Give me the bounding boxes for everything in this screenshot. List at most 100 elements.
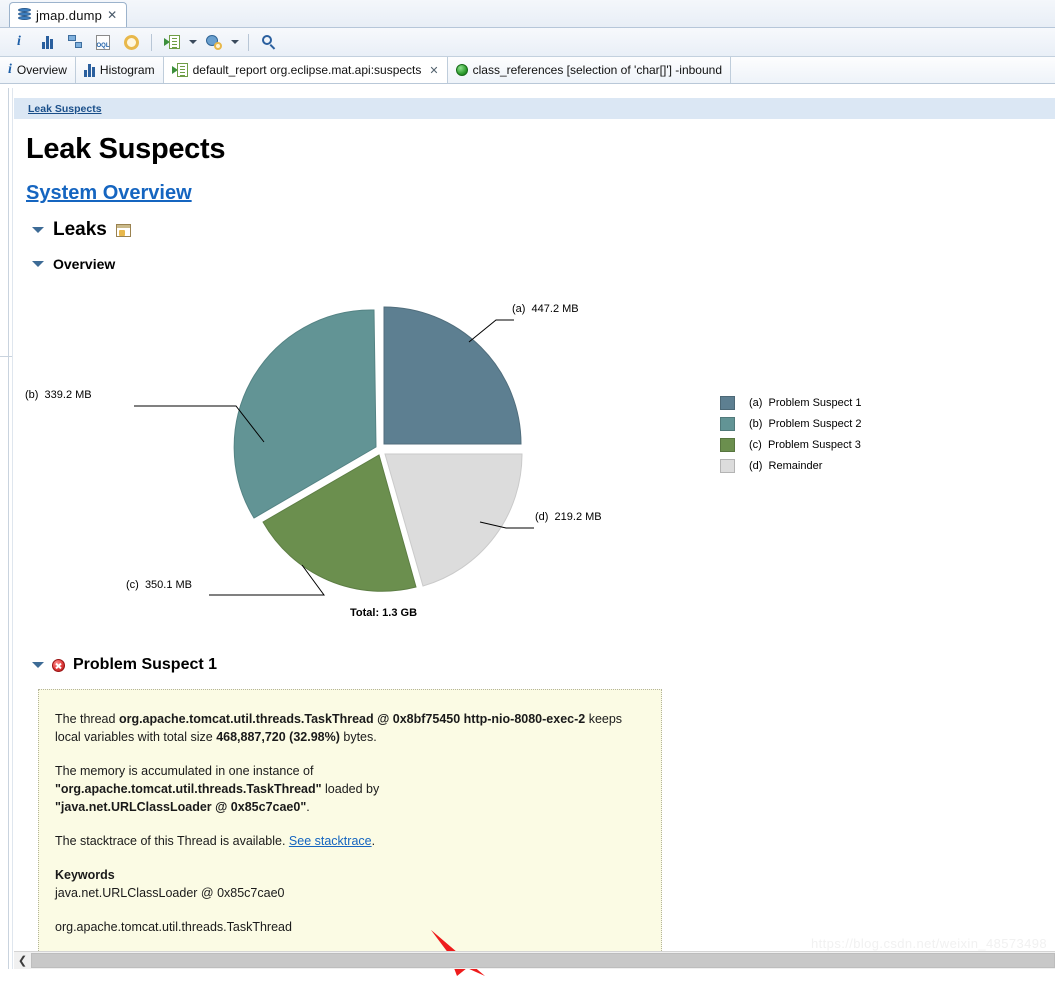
histogram-icon: [41, 35, 53, 49]
toolbar-separator: [151, 33, 152, 51]
section-leaks-label: Leaks: [53, 219, 107, 240]
callout-line-c: [209, 564, 325, 596]
problem-suspect-1-description: The thread org.apache.tomcat.util.thread…: [38, 689, 662, 967]
rail-tick: [0, 356, 12, 357]
close-icon[interactable]: ✕: [107, 9, 117, 21]
histogram-icon-button[interactable]: [34, 30, 60, 54]
close-icon[interactable]: ✕: [429, 64, 438, 77]
section-overview: Overview: [32, 256, 1055, 272]
histogram-icon: [83, 63, 95, 77]
find-button[interactable]: [256, 30, 282, 54]
legend-item: (b) Problem Suspect 2: [720, 413, 862, 434]
dominator-tree-icon: [67, 35, 83, 49]
dominator-tree-icon-button[interactable]: [62, 30, 88, 54]
chevron-down-icon: [189, 40, 197, 44]
query-browser-dropdown[interactable]: [187, 31, 199, 53]
toolbar: i OQL: [0, 28, 1055, 57]
system-overview-link[interactable]: System Overview: [26, 182, 192, 205]
legend-swatch-c: [720, 437, 735, 452]
legend-label-d: (d) Remainder: [749, 459, 823, 472]
view-tab-filler: [731, 57, 1055, 83]
pie-chart-svg: [134, 306, 534, 596]
editor-tab-bar: jmap.dump ✕: [0, 0, 1055, 28]
editor-tab-label: jmap.dump: [36, 7, 103, 23]
keyword-item: org.apache.tomcat.util.threads.TaskThrea…: [55, 920, 292, 934]
suspect-paragraph-3: The stacktrace of this Thread is availab…: [55, 832, 645, 850]
section-overview-label: Overview: [53, 256, 116, 272]
suspect-p2-mid: loaded by: [321, 782, 380, 796]
keyword-item: java.net.URLClassLoader @ 0x85c7cae0: [55, 886, 285, 900]
tab-overview[interactable]: i Overview: [0, 57, 76, 83]
tab-default-report[interactable]: default_report org.eclipse.mat.api:suspe…: [163, 57, 448, 83]
pie-callout-d: (d) 219.2 MB: [535, 511, 602, 523]
tab-class-references[interactable]: class_references [selection of 'char[]']…: [448, 57, 731, 83]
suspect-p3-post: .: [371, 834, 376, 848]
legend-swatch-a: [720, 395, 735, 410]
see-stacktrace-link[interactable]: See stacktrace: [289, 834, 372, 848]
tab-class-references-label: class_references [selection of 'char[]']…: [472, 63, 722, 77]
legend-label-a: (a) Problem Suspect 1: [749, 396, 862, 409]
legend-swatch-d: [720, 458, 735, 473]
query-browser-icon: [164, 35, 180, 49]
watermark: https://blog.csdn.net/weixin_48573498: [811, 936, 1047, 951]
suspect-p2-pre: The memory is accumulated in one instanc…: [55, 764, 314, 778]
green-ball-icon: [455, 64, 468, 76]
suspect-p2-loader: "java.net.URLClassLoader @ 0x85c7cae0": [55, 800, 307, 814]
callout-line-a: [468, 319, 514, 343]
tab-histogram-label: Histogram: [99, 63, 155, 77]
window-icon[interactable]: [115, 223, 131, 237]
legend-item: (c) Problem Suspect 3: [720, 434, 862, 455]
tab-histogram[interactable]: Histogram: [76, 57, 164, 83]
view-tab-bar: i Overview Histogram default_report org.…: [0, 57, 1055, 84]
tab-overview-label: Overview: [16, 63, 67, 77]
pie-slice-a: [383, 306, 522, 445]
pie-callout-b: (b) 339.2 MB: [25, 389, 92, 401]
legend-label-c: (c) Problem Suspect 3: [749, 438, 861, 451]
rail-line-outer: [8, 88, 9, 969]
legend-item: (d) Remainder: [720, 455, 862, 476]
suspect-p3-pre: The stacktrace of this Thread is availab…: [55, 834, 289, 848]
twisty-problem-suspect-1-icon[interactable]: [32, 662, 44, 668]
chevron-down-icon: [231, 40, 239, 44]
suspect-p2-class: "org.apache.tomcat.util.threads.TaskThre…: [55, 782, 322, 796]
scrollbar-thumb[interactable]: [31, 953, 1055, 968]
pie-chart-total-label: Total: 1.3 GB: [350, 607, 418, 619]
pie-callout-a: (a) 447.2 MB: [512, 303, 579, 315]
report-document: Leak Suspects Leak Suspects System Overv…: [14, 88, 1055, 969]
legend-label-b: (b) Problem Suspect 2: [749, 417, 862, 430]
leak-suspects-pie-chart: (a) 447.2 MB (b) 339.2 MB (c) 350.1 MB (…: [14, 282, 1055, 632]
inspect-dropdown[interactable]: [229, 31, 241, 53]
section-leaks: Leaks: [32, 219, 1055, 241]
rail-line-inner: [12, 88, 13, 969]
expert-system-gear-button[interactable]: [118, 30, 144, 54]
info-icon: i: [8, 62, 12, 77]
horizontal-scrollbar[interactable]: ❮: [14, 951, 1055, 969]
suspect-paragraph-2: The memory is accumulated in one instanc…: [55, 762, 645, 816]
legend-item: (a) Problem Suspect 1: [720, 392, 862, 413]
twisty-overview-icon[interactable]: [32, 261, 44, 267]
suspect-p2-post: .: [306, 800, 310, 814]
query-browser-button[interactable]: [159, 30, 185, 54]
info-icon-button[interactable]: i: [6, 30, 32, 54]
editor-tab-jmap-dump[interactable]: jmap.dump ✕: [9, 2, 128, 27]
pie-callout-c: (c) 350.1 MB: [126, 579, 193, 591]
tab-default-report-label: default_report org.eclipse.mat.api:suspe…: [192, 63, 422, 77]
inspect-button[interactable]: [201, 30, 227, 54]
breadcrumb-link-leak-suspects[interactable]: Leak Suspects: [28, 103, 102, 115]
report-icon: [171, 63, 188, 77]
twisty-leaks-icon[interactable]: [32, 227, 44, 233]
oql-icon-button[interactable]: OQL: [90, 30, 116, 54]
suspect-p1-pre: The thread: [55, 712, 119, 726]
legend-swatch-b: [720, 416, 735, 431]
search-icon: [261, 34, 277, 50]
problem-suspect-1-title: Problem Suspect 1: [73, 656, 218, 673]
report-content: Leak Suspects Leak Suspects System Overv…: [0, 88, 1055, 976]
suspect-p1-post: bytes.: [339, 730, 377, 744]
toolbar-separator: [248, 33, 249, 51]
scroll-left-icon[interactable]: ❮: [14, 952, 31, 969]
suspect-p1-thread: org.apache.tomcat.util.threads.TaskThrea…: [118, 712, 586, 726]
problem-suspect-1-header: Problem Suspect 1: [32, 656, 1055, 674]
keywords-title: Keywords: [55, 868, 115, 882]
inspect-icon: [206, 34, 222, 50]
page-title: Leak Suspects: [26, 133, 226, 165]
